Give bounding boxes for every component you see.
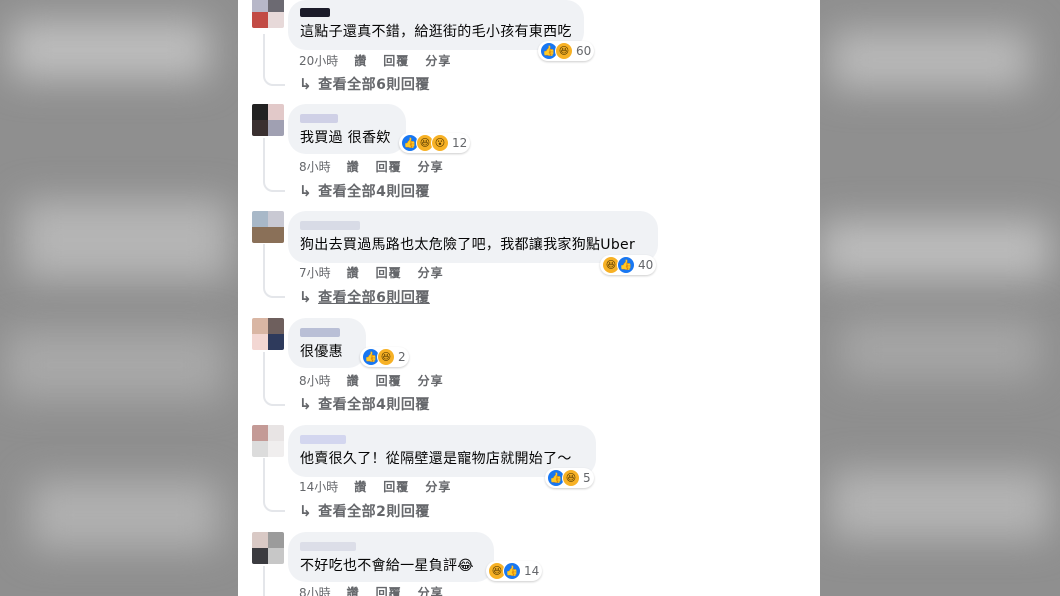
timestamp[interactable]: 7小時: [299, 264, 331, 281]
share-button[interactable]: 分享: [425, 478, 451, 495]
comment-text: 他賣很久了！從隔壁還是寵物店就開始了～: [300, 451, 572, 467]
timestamp[interactable]: 14小時: [299, 478, 338, 495]
reaction-count: 12: [452, 136, 468, 150]
timestamp[interactable]: 20小時: [299, 52, 338, 69]
author-name[interactable]: [300, 328, 340, 337]
reaction-count: 5: [583, 471, 591, 485]
reaction-count: 60: [576, 44, 592, 58]
haha-icon: 😆: [555, 42, 573, 60]
view-replies-link[interactable]: ↳ 查看全部6則回覆: [299, 287, 430, 307]
author-name[interactable]: [300, 221, 360, 230]
author-name[interactable]: [300, 8, 330, 17]
wow-icon: 😮: [431, 134, 449, 152]
comment-text: 很優惠: [300, 344, 343, 360]
avatar[interactable]: [252, 0, 284, 28]
reaction-count: 2: [398, 350, 406, 364]
comment-actions: 14小時 讚 回覆 分享: [299, 478, 451, 495]
reply-button[interactable]: 回覆: [376, 264, 402, 281]
timestamp[interactable]: 8小時: [299, 584, 331, 596]
author-name[interactable]: [300, 435, 346, 444]
like-icon: 👍: [617, 256, 635, 274]
avatar[interactable]: [252, 532, 284, 564]
reply-arrow-icon: ↳: [299, 502, 313, 520]
blurred-backdrop-right: [820, 0, 1060, 596]
comment-text: 狗出去買過馬路也太危險了吧，我都讓我家狗點Uber: [300, 237, 636, 253]
timestamp[interactable]: 8小時: [299, 372, 331, 389]
like-button[interactable]: 讚: [347, 584, 360, 596]
comments-panel: 這點子還真不錯，給逛街的毛小孩有東西吃 👍 😆 60 20小時 讚 回覆 分享 …: [238, 0, 820, 596]
view-replies-link[interactable]: ↳ 查看全部4則回覆: [299, 394, 430, 414]
reaction-summary[interactable]: 👍 😆 😮 12: [399, 133, 471, 153]
timestamp[interactable]: 8小時: [299, 158, 331, 175]
reply-button[interactable]: 回覆: [383, 52, 409, 69]
comment-bubble: 狗出去買過馬路也太危險了吧，我都讓我家狗點Uber: [288, 211, 658, 263]
reply-arrow-icon: ↳: [299, 288, 313, 306]
share-button[interactable]: 分享: [418, 584, 444, 596]
reaction-summary[interactable]: 👍 😆 5: [545, 468, 594, 488]
reaction-summary[interactable]: 👍 😆 60: [538, 41, 595, 61]
comment-bubble: 我買過 很香欸: [288, 104, 406, 154]
comment-bubble: 很優惠: [288, 318, 366, 368]
comment-actions: 8小時 讚 回覆 分享: [299, 584, 444, 596]
comment-actions: 20小時 讚 回覆 分享: [299, 52, 451, 69]
comment-bubble: 不好吃也不會給一星負評😂: [288, 532, 494, 582]
share-button[interactable]: 分享: [425, 52, 451, 69]
comment-text: 我買過 很香欸: [300, 130, 391, 146]
haha-icon: 😆: [377, 348, 395, 366]
reaction-summary[interactable]: 👍 😆 2: [360, 347, 409, 367]
avatar[interactable]: [252, 318, 284, 350]
comment-actions: 8小時 讚 回覆 分享: [299, 372, 444, 389]
author-name[interactable]: [300, 114, 338, 123]
reaction-summary[interactable]: 😆 👍 40: [600, 255, 657, 275]
like-icon: 👍: [503, 562, 521, 580]
like-button[interactable]: 讚: [354, 478, 367, 495]
author-name[interactable]: [300, 542, 356, 551]
reply-arrow-icon: ↳: [299, 182, 313, 200]
reply-button[interactable]: 回覆: [376, 158, 402, 175]
reply-button[interactable]: 回覆: [376, 372, 402, 389]
comment-bubble: 這點子還真不錯，給逛街的毛小孩有東西吃: [288, 0, 584, 50]
view-replies-link[interactable]: ↳ 查看全部2則回覆: [299, 501, 430, 521]
reply-arrow-icon: ↳: [299, 395, 313, 413]
avatar[interactable]: [252, 104, 284, 136]
blurred-backdrop-left: [0, 0, 238, 596]
like-button[interactable]: 讚: [347, 372, 360, 389]
reaction-count: 40: [638, 258, 654, 272]
comment-text: 這點子還真不錯，給逛街的毛小孩有東西吃: [300, 24, 572, 40]
reply-button[interactable]: 回覆: [383, 478, 409, 495]
reply-arrow-icon: ↳: [299, 75, 313, 93]
view-replies-link[interactable]: ↳ 查看全部4則回覆: [299, 181, 430, 201]
avatar[interactable]: [252, 211, 284, 243]
reply-button[interactable]: 回覆: [376, 584, 402, 596]
comment-actions: 7小時 讚 回覆 分享: [299, 264, 444, 281]
like-button[interactable]: 讚: [347, 264, 360, 281]
share-button[interactable]: 分享: [418, 264, 444, 281]
like-button[interactable]: 讚: [354, 52, 367, 69]
comment-actions: 8小時 讚 回覆 分享: [299, 158, 444, 175]
view-replies-link[interactable]: ↳ 查看全部6則回覆: [299, 74, 430, 94]
haha-icon: 😆: [562, 469, 580, 487]
avatar[interactable]: [252, 425, 284, 457]
like-button[interactable]: 讚: [347, 158, 360, 175]
share-button[interactable]: 分享: [418, 372, 444, 389]
reaction-count: 14: [524, 564, 540, 578]
share-button[interactable]: 分享: [418, 158, 444, 175]
reaction-summary[interactable]: 😆 👍 14: [486, 561, 543, 581]
comment-text: 不好吃也不會給一星負評😂: [300, 558, 474, 574]
